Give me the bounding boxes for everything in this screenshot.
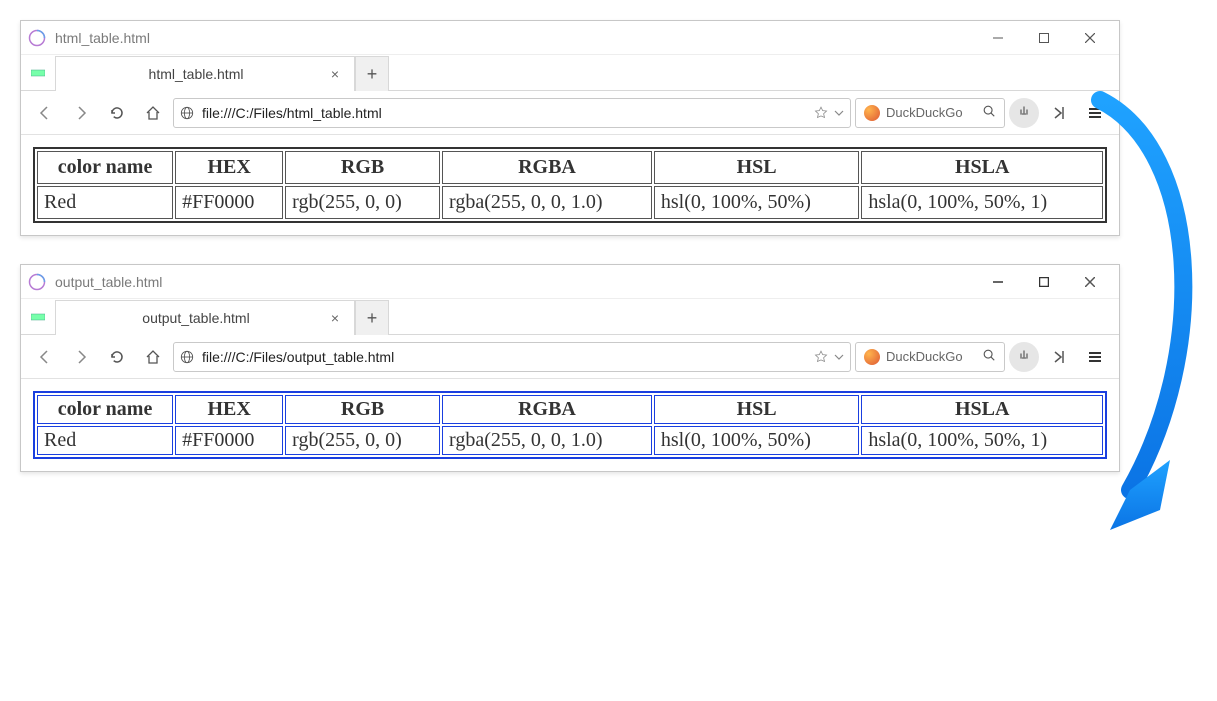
td: hsl(0, 100%, 50%) bbox=[654, 426, 859, 455]
window-title: output_table.html bbox=[55, 274, 162, 290]
minimize-button[interactable] bbox=[975, 23, 1021, 53]
th: RGBA bbox=[442, 395, 652, 424]
search-engine-selector[interactable]: DuckDuckGo bbox=[855, 342, 1005, 372]
page-content: color name HEX RGB RGBA HSL HSLA Red #FF… bbox=[21, 135, 1119, 235]
tab-strip: html_table.html × + bbox=[21, 55, 1119, 91]
tab-title: output_table.html bbox=[66, 310, 326, 326]
td: rgba(255, 0, 0, 1.0) bbox=[442, 426, 652, 455]
globe-icon bbox=[180, 350, 194, 364]
duckduckgo-icon bbox=[864, 105, 880, 121]
th: HEX bbox=[175, 395, 283, 424]
back-button[interactable] bbox=[29, 341, 61, 373]
maximize-button[interactable] bbox=[1021, 267, 1067, 297]
new-tab-button[interactable]: + bbox=[355, 300, 389, 335]
minimize-button[interactable] bbox=[975, 267, 1021, 297]
reload-button[interactable] bbox=[101, 97, 133, 129]
search-icon[interactable] bbox=[982, 104, 996, 121]
titlebar: html_table.html bbox=[21, 21, 1119, 55]
reload-button[interactable] bbox=[101, 341, 133, 373]
address-bar[interactable] bbox=[173, 342, 851, 372]
th: RGB bbox=[285, 151, 440, 184]
menu-button[interactable] bbox=[1079, 97, 1111, 129]
toolbar: DuckDuckGo bbox=[21, 335, 1119, 379]
app-icon bbox=[27, 272, 47, 292]
td: hsla(0, 100%, 50%, 1) bbox=[861, 426, 1103, 455]
tab-strip: output_table.html × + bbox=[21, 299, 1119, 335]
sidebar-toggle-button[interactable] bbox=[1043, 341, 1075, 373]
search-engine-label: DuckDuckGo bbox=[886, 105, 976, 120]
browser-window-1: html_table.html html_table.html × + Duc bbox=[20, 20, 1120, 236]
tab-close-button[interactable]: × bbox=[326, 309, 344, 327]
forward-button[interactable] bbox=[65, 341, 97, 373]
th: HSLA bbox=[861, 151, 1103, 184]
close-window-button[interactable] bbox=[1067, 23, 1113, 53]
home-button[interactable] bbox=[137, 97, 169, 129]
td: #FF0000 bbox=[175, 186, 283, 219]
td: hsla(0, 100%, 50%, 1) bbox=[861, 186, 1103, 219]
td: rgb(255, 0, 0) bbox=[285, 186, 440, 219]
color-table: color name HEX RGB RGBA HSL HSLA Red #FF… bbox=[33, 147, 1107, 223]
page-content: color name HEX RGB RGBA HSL HSLA Red #FF… bbox=[21, 379, 1119, 471]
app-icon bbox=[27, 28, 47, 48]
td: rgb(255, 0, 0) bbox=[285, 426, 440, 455]
back-button[interactable] bbox=[29, 97, 61, 129]
th: color name bbox=[37, 395, 173, 424]
td: hsl(0, 100%, 50%) bbox=[654, 186, 859, 219]
tab-title: html_table.html bbox=[66, 66, 326, 82]
address-dropdown-icon[interactable] bbox=[834, 352, 844, 362]
table-row: Red #FF0000 rgb(255, 0, 0) rgba(255, 0, … bbox=[37, 426, 1103, 455]
window-favicon bbox=[27, 299, 49, 334]
td: Red bbox=[37, 186, 173, 219]
adblock-button[interactable] bbox=[1009, 342, 1039, 372]
home-button[interactable] bbox=[137, 341, 169, 373]
new-tab-button[interactable]: + bbox=[355, 56, 389, 91]
close-window-button[interactable] bbox=[1067, 267, 1113, 297]
forward-button[interactable] bbox=[65, 97, 97, 129]
window-favicon bbox=[27, 55, 49, 90]
th: HEX bbox=[175, 151, 283, 184]
th: HSL bbox=[654, 151, 859, 184]
titlebar: output_table.html bbox=[21, 265, 1119, 299]
table-header-row: color name HEX RGB RGBA HSL HSLA bbox=[37, 151, 1103, 184]
adblock-button[interactable] bbox=[1009, 98, 1039, 128]
browser-tab[interactable]: output_table.html × bbox=[55, 300, 355, 335]
browser-window-2: output_table.html output_table.html × + … bbox=[20, 264, 1120, 472]
url-input[interactable] bbox=[200, 104, 808, 122]
url-input[interactable] bbox=[200, 348, 808, 366]
bookmark-star-icon[interactable] bbox=[814, 350, 828, 364]
th: HSL bbox=[654, 395, 859, 424]
globe-icon bbox=[180, 106, 194, 120]
search-icon[interactable] bbox=[982, 348, 996, 365]
table-row: Red #FF0000 rgb(255, 0, 0) rgba(255, 0, … bbox=[37, 186, 1103, 219]
toolbar: DuckDuckGo bbox=[21, 91, 1119, 135]
th: RGB bbox=[285, 395, 440, 424]
bookmark-star-icon[interactable] bbox=[814, 106, 828, 120]
table-header-row: color name HEX RGB RGBA HSL HSLA bbox=[37, 395, 1103, 424]
th: color name bbox=[37, 151, 173, 184]
browser-tab[interactable]: html_table.html × bbox=[55, 56, 355, 91]
duckduckgo-icon bbox=[864, 349, 880, 365]
td: #FF0000 bbox=[175, 426, 283, 455]
color-table: color name HEX RGB RGBA HSL HSLA Red #FF… bbox=[33, 391, 1107, 459]
td: Red bbox=[37, 426, 173, 455]
address-dropdown-icon[interactable] bbox=[834, 108, 844, 118]
maximize-button[interactable] bbox=[1021, 23, 1067, 53]
td: rgba(255, 0, 0, 1.0) bbox=[442, 186, 652, 219]
menu-button[interactable] bbox=[1079, 341, 1111, 373]
search-engine-label: DuckDuckGo bbox=[886, 349, 976, 364]
th: RGBA bbox=[442, 151, 652, 184]
th: HSLA bbox=[861, 395, 1103, 424]
window-title: html_table.html bbox=[55, 30, 150, 46]
search-engine-selector[interactable]: DuckDuckGo bbox=[855, 98, 1005, 128]
tab-close-button[interactable]: × bbox=[326, 65, 344, 83]
address-bar[interactable] bbox=[173, 98, 851, 128]
sidebar-toggle-button[interactable] bbox=[1043, 97, 1075, 129]
